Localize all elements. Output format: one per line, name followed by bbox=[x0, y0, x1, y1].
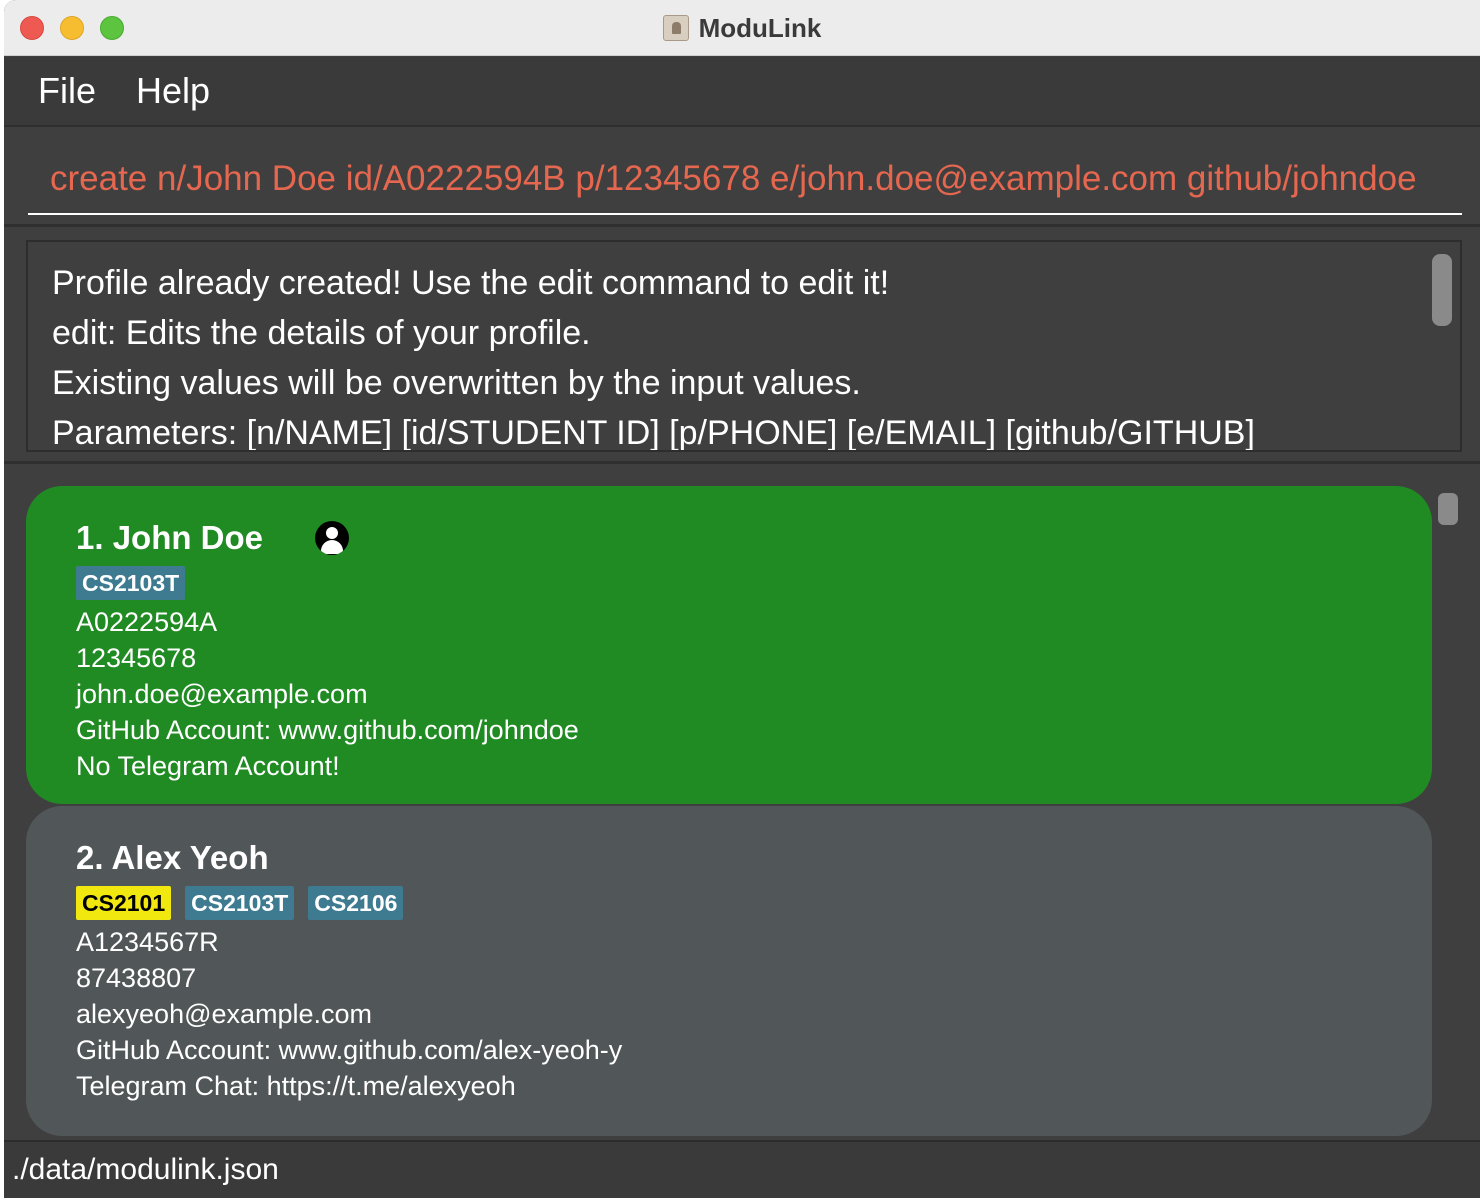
tag-list: CS2101 CS2103T CS2106 bbox=[76, 886, 1382, 920]
module-tag: CS2103T bbox=[76, 566, 186, 600]
module-tag: CS2101 bbox=[76, 886, 172, 920]
email: john.doe@example.com bbox=[76, 679, 368, 709]
command-input[interactable]: create n/John Doe id/A0222594B p/1234567… bbox=[28, 143, 1462, 215]
result-line: edit: Edits the details of your profile. bbox=[52, 314, 591, 352]
person-name: 2. Alex Yeoh bbox=[76, 839, 269, 876]
window-title: ModuLink bbox=[698, 12, 822, 43]
result-line: Profile already created! Use the edit co… bbox=[52, 264, 890, 302]
person-card[interactable]: 2. Alex Yeoh CS2101 CS2103T CS2106 A1234… bbox=[26, 806, 1432, 1136]
telegram-link[interactable]: Telegram Chat: https://t.me/alexyeoh bbox=[76, 1068, 1382, 1104]
tag-list: CS2103T bbox=[76, 566, 1382, 600]
result-line: Existing values will be overwritten by t… bbox=[52, 364, 861, 402]
result-line: Parameters: [n/NAME] [id/STUDENT ID] [p/… bbox=[52, 414, 1255, 452]
title-wrap: ModuLink bbox=[4, 0, 1480, 56]
card-header: 2. Alex Yeoh bbox=[76, 836, 1382, 880]
result-display-panel: Profile already created! Use the edit co… bbox=[4, 230, 1480, 464]
app-icon bbox=[662, 15, 689, 41]
person-list: 1. John Doe CS2103T A0222594A 12345678 j… bbox=[4, 466, 1480, 1140]
title-bar: ModuLink bbox=[4, 0, 1480, 56]
person-name: 1. John Doe bbox=[76, 519, 264, 556]
card-header: 1. John Doe bbox=[76, 516, 1382, 560]
phone: 12345678 bbox=[76, 643, 197, 673]
student-id: A1234567R bbox=[76, 927, 219, 957]
email: alexyeoh@example.com bbox=[76, 999, 373, 1029]
result-scrollbar-thumb[interactable] bbox=[1432, 254, 1452, 326]
phone: 87438807 bbox=[76, 963, 197, 993]
save-file-path: ./data/modulink.json bbox=[12, 1153, 279, 1186]
github-account: GitHub Account: www.github.com/alex-yeoh… bbox=[76, 1035, 623, 1065]
student-id: A0222594A bbox=[76, 607, 218, 637]
result-display: Profile already created! Use the edit co… bbox=[26, 240, 1462, 452]
menu-help[interactable]: Help bbox=[136, 70, 210, 112]
telegram-account: No Telegram Account! bbox=[76, 751, 340, 781]
app-window: ModuLink File Help create n/John Doe id/… bbox=[4, 0, 1480, 1198]
command-box: create n/John Doe id/A0222594B p/1234567… bbox=[4, 129, 1480, 227]
module-tag: CS2103T bbox=[185, 886, 295, 920]
github-account: GitHub Account: www.github.com/johndoe bbox=[76, 715, 579, 745]
menu-file[interactable]: File bbox=[38, 70, 96, 112]
user-profile-icon bbox=[315, 521, 350, 555]
status-bar: ./data/modulink.json bbox=[4, 1140, 1480, 1198]
module-tag: CS2106 bbox=[308, 886, 404, 920]
person-card-self[interactable]: 1. John Doe CS2103T A0222594A 12345678 j… bbox=[26, 486, 1432, 804]
menu-bar: File Help bbox=[4, 57, 1480, 127]
list-scrollbar-thumb[interactable] bbox=[1438, 493, 1458, 525]
